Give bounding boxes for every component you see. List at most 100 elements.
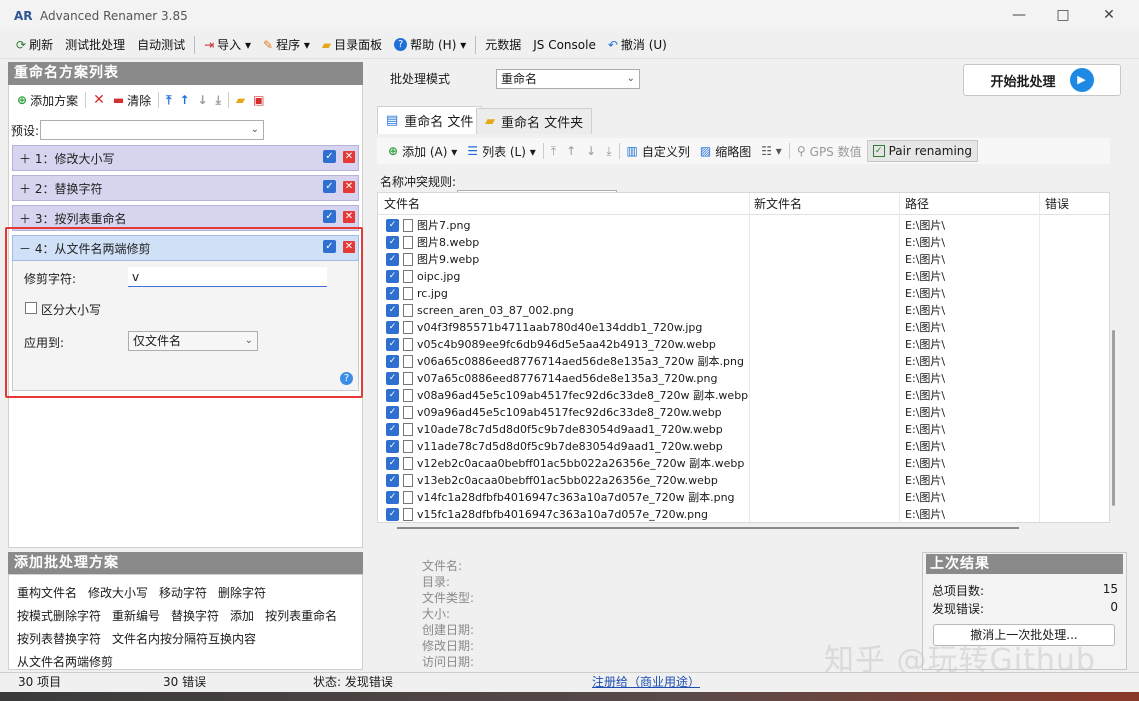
row-checkbox[interactable]: ✓ <box>386 389 399 402</box>
enabled-checkbox[interactable]: ✓ <box>323 150 336 163</box>
tab-rename-files[interactable]: ▤ 重命名 文件 <box>377 106 483 134</box>
table-row[interactable]: ✓ v05c4b9089ee9fc6db946d5e5aa42b4913_720w… <box>378 336 1109 353</box>
move-up-button[interactable]: ↑ <box>561 144 581 158</box>
row-checkbox[interactable]: ✓ <box>386 406 399 419</box>
test-batch-button[interactable]: 测试批处理 <box>59 36 131 53</box>
row-checkbox[interactable]: ✓ <box>386 440 399 453</box>
save-preset-button[interactable]: ▣ <box>249 93 268 107</box>
row-checkbox[interactable]: ✓ <box>386 219 399 232</box>
method-link[interactable]: 添加 <box>230 607 254 624</box>
method-link[interactable]: 按列表重命名 <box>265 607 337 624</box>
move-top-button[interactable]: ⤒ <box>162 93 175 108</box>
table-row[interactable]: ✓ screen_aren_03_87_002.png E:\图片\ <box>378 302 1109 319</box>
row-checkbox[interactable]: ✓ <box>386 338 399 351</box>
column-header-newname[interactable]: 新文件名 <box>748 193 802 215</box>
method-link[interactable]: 修改大小写 <box>88 584 148 601</box>
move-bottom-button[interactable]: ⤓ <box>212 93 225 108</box>
table-row[interactable]: ✓ v12eb2c0acaa0bebff01ac5bb022a26356e_720… <box>378 455 1109 472</box>
table-row[interactable]: ✓ oipc.jpg E:\图片\ <box>378 268 1109 285</box>
custom-columns-button[interactable]: ▥ 自定义列 <box>622 143 695 160</box>
dir-panel-button[interactable]: ▰ 目录面板 <box>316 36 388 53</box>
start-batch-button[interactable]: 开始批处理 ▶ <box>963 64 1121 96</box>
gps-values-button[interactable]: ⚲ GPS 数值 <box>792 143 867 160</box>
help-menu[interactable]: ? 帮助 (H) ▾ <box>388 36 472 53</box>
auto-test-button[interactable]: 自动测试 <box>131 36 191 53</box>
move-up-button[interactable]: ↑ <box>175 93 193 107</box>
method-link[interactable]: 重构文件名 <box>17 584 77 601</box>
method-link[interactable]: 重新编号 <box>112 607 160 624</box>
row-checkbox[interactable]: ✓ <box>386 253 399 266</box>
horizontal-scrollbar[interactable] <box>397 527 1019 529</box>
vertical-scrollbar[interactable] <box>1112 330 1115 506</box>
row-checkbox[interactable]: ✓ <box>386 355 399 368</box>
row-checkbox[interactable]: ✓ <box>386 236 399 249</box>
table-row[interactable]: ✓ 图片8.webp E:\图片\ <box>378 234 1109 251</box>
register-link[interactable]: 注册给（商业用途） <box>592 673 700 692</box>
row-checkbox[interactable]: ✓ <box>386 474 399 487</box>
batch-mode-dropdown[interactable]: 重命名 ⌄ <box>496 69 640 89</box>
maximize-button[interactable]: □ <box>1040 0 1086 31</box>
row-checkbox[interactable]: ✓ <box>386 304 399 317</box>
method-link[interactable]: 文件名内按分隔符互换内容 <box>112 630 256 647</box>
move-bottom-button[interactable]: ⤓ <box>601 144 616 159</box>
table-row[interactable]: ✓ v15fc1a28dfbfb4016947c363a10a7d057e_720… <box>378 506 1109 522</box>
table-row[interactable]: ✓ 图片7.png E:\图片\ <box>378 217 1109 234</box>
column-header-filename[interactable]: 文件名 <box>378 193 420 215</box>
undo-button[interactable]: ↶ 撤消 (U) <box>602 36 673 53</box>
minimize-button[interactable]: — <box>996 0 1042 31</box>
clear-button[interactable]: ▬ 清除 <box>109 92 155 109</box>
row-checkbox[interactable]: ✓ <box>386 457 399 470</box>
thumbnails-button[interactable]: ▨ 缩略图 <box>695 143 756 160</box>
view-options-button[interactable]: ☷ ▾ <box>756 144 787 158</box>
programs-menu[interactable]: ✎ 程序 ▾ <box>257 36 316 53</box>
table-row[interactable]: ✓ v10ade78c7d5d8d0f5c9b7de83054d9aad1_720… <box>378 421 1109 438</box>
remove-method-button[interactable]: ✕ <box>89 92 109 108</box>
table-row[interactable]: ✓ v04f3f985571b4711aab780d40e134ddb1_720w… <box>378 319 1109 336</box>
move-top-button[interactable]: ⤒ <box>546 144 561 159</box>
column-header-path[interactable]: 路径 <box>899 193 929 215</box>
method-link[interactable]: 按列表替换字符 <box>17 630 101 647</box>
row-checkbox[interactable]: ✓ <box>386 508 399 521</box>
enabled-checkbox[interactable]: ✓ <box>323 210 336 223</box>
row-checkbox[interactable]: ✓ <box>386 372 399 385</box>
row-checkbox[interactable]: ✓ <box>386 423 399 436</box>
open-preset-button[interactable]: ▰ <box>232 93 249 107</box>
method-item-2[interactable]: ＋ 2：替换字符 ✓ ✕ <box>12 175 359 201</box>
tab-rename-folders[interactable]: ▰ 重命名 文件夹 <box>476 108 593 134</box>
row-checkbox[interactable]: ✓ <box>386 270 399 283</box>
table-row[interactable]: ✓ v06a65c0886eed8776714aed56de8e135a3_720… <box>378 353 1109 370</box>
list-menu-button[interactable]: ☰ 列表 (L) ▾ <box>462 143 540 160</box>
row-checkbox[interactable]: ✓ <box>386 491 399 504</box>
table-row[interactable]: ✓ v11ade78c7d5d8d0f5c9b7de83054d9aad1_720… <box>378 438 1109 455</box>
method-link[interactable]: 按模式删除字符 <box>17 607 101 624</box>
delete-method-icon[interactable]: ✕ <box>343 211 355 223</box>
metadata-button[interactable]: 元数据 <box>479 36 527 53</box>
add-method-button[interactable]: ⊕ 添加方案 <box>13 92 82 109</box>
close-window-button[interactable]: ✕ <box>1086 0 1132 31</box>
table-row[interactable]: ✓ 图片9.webp E:\图片\ <box>378 251 1109 268</box>
enabled-checkbox[interactable]: ✓ <box>323 180 336 193</box>
import-menu[interactable]: ⇥ 导入 ▾ <box>198 36 257 53</box>
delete-method-icon[interactable]: ✕ <box>343 181 355 193</box>
move-down-button[interactable]: ↓ <box>194 93 212 107</box>
pair-renaming-toggle[interactable]: ✓ Pair renaming <box>866 140 978 162</box>
row-checkbox[interactable]: ✓ <box>386 321 399 334</box>
method-item-1[interactable]: ＋ 1：修改大小写 ✓ ✕ <box>12 145 359 171</box>
table-row[interactable]: ✓ v07a65c0886eed8776714aed56de8e135a3_720… <box>378 370 1109 387</box>
row-checkbox[interactable]: ✓ <box>386 287 399 300</box>
add-files-button[interactable]: ⊕ 添加 (A) ▾ <box>383 143 462 160</box>
method-link[interactable]: 删除字符 <box>218 584 266 601</box>
method-link[interactable]: 移动字符 <box>159 584 207 601</box>
method-link[interactable]: 从文件名两端修剪 <box>17 653 113 670</box>
column-header-error[interactable]: 错误 <box>1039 193 1069 215</box>
table-row[interactable]: ✓ v13eb2c0acaa0bebff01ac5bb022a26356e_720… <box>378 472 1109 489</box>
table-row[interactable]: ✓ v14fc1a28dfbfb4016947c363a10a7d057e_720… <box>378 489 1109 506</box>
refresh-button[interactable]: ⟳ 刷新 <box>10 36 59 53</box>
table-row[interactable]: ✓ v08a96ad45e5c109ab4517fec92d6c33de8_720… <box>378 387 1109 404</box>
preset-dropdown[interactable]: ⌄ <box>40 120 265 140</box>
delete-method-icon[interactable]: ✕ <box>343 151 355 163</box>
table-row[interactable]: ✓ v09a96ad45e5c109ab4517fec92d6c33de8_720… <box>378 404 1109 421</box>
js-console-button[interactable]: JS Console <box>527 38 602 52</box>
method-link[interactable]: 替换字符 <box>171 607 219 624</box>
table-row[interactable]: ✓ rc.jpg E:\图片\ <box>378 285 1109 302</box>
